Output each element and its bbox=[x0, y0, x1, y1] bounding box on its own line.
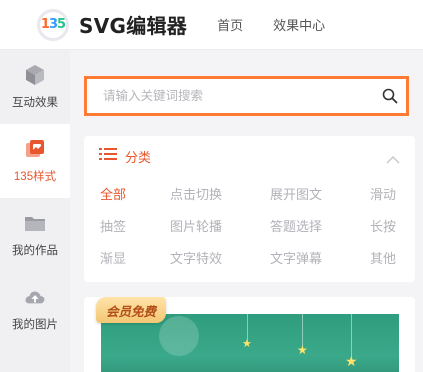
sidebar-item-my-works[interactable]: 我的作品 bbox=[0, 198, 70, 272]
sidebar-item-label: 135样式 bbox=[13, 171, 57, 183]
category-tag[interactable]: 点击切换 bbox=[170, 184, 222, 203]
sidebar-item-label: 我的作品 bbox=[12, 245, 58, 257]
category-tag[interactable]: 滑动 bbox=[370, 184, 396, 203]
template-card[interactable]: ★ ★ ★ 会员免费 bbox=[84, 297, 415, 372]
logo[interactable]: 135 SVG编辑器 bbox=[37, 8, 188, 41]
sidebar-item-label: 互动效果 bbox=[12, 97, 58, 109]
sidebar: 互动效果 135样式 我的作品 我的图片 bbox=[0, 50, 70, 372]
star-icon: ★ bbox=[242, 338, 252, 350]
category-tag[interactable]: 长按 bbox=[370, 216, 396, 235]
search-input[interactable] bbox=[103, 89, 373, 103]
category-tag[interactable]: 文字特效 bbox=[170, 248, 222, 267]
search-icon[interactable] bbox=[382, 88, 398, 104]
category-header[interactable]: 分类 bbox=[84, 136, 415, 176]
nav-effects-center-link[interactable]: 效果中心 bbox=[273, 15, 325, 34]
chevron-up-icon[interactable] bbox=[386, 151, 400, 164]
category-tag[interactable]: 展开图文 bbox=[270, 184, 322, 203]
search-box bbox=[84, 76, 409, 116]
cube-icon bbox=[24, 64, 46, 86]
sidebar-item-label: 我的图片 bbox=[12, 319, 58, 331]
vip-free-badge: 会员免费 bbox=[96, 297, 166, 323]
folder-icon bbox=[24, 212, 46, 234]
decor-circle bbox=[159, 316, 199, 356]
category-tag[interactable]: 其他 bbox=[370, 248, 396, 267]
sidebar-item-my-images[interactable]: 我的图片 bbox=[0, 272, 70, 346]
category-tag[interactable]: 图片轮播 bbox=[170, 216, 222, 235]
category-tag-all[interactable]: 全部 bbox=[100, 184, 126, 203]
sidebar-item-interactive-effects[interactable]: 互动效果 bbox=[0, 50, 70, 124]
category-tag[interactable]: 答题选择 bbox=[270, 216, 322, 235]
category-panel: 分类 全部 点击切换 展开图文 滑动 抽签 图片轮播 答题选择 长按 渐显 文字… bbox=[84, 136, 415, 282]
star-string bbox=[351, 314, 352, 358]
star-icon: ★ bbox=[345, 353, 358, 369]
sidebar-item-135-styles[interactable]: 135样式 bbox=[0, 124, 70, 198]
logo-mark-icon: 135 bbox=[37, 8, 69, 41]
brand-name: SVG编辑器 bbox=[79, 14, 188, 38]
category-tag[interactable]: 抽签 bbox=[100, 216, 126, 235]
top-bar: 135 SVG编辑器 首页 效果中心 bbox=[0, 0, 423, 50]
nav-home-link[interactable]: 首页 bbox=[217, 15, 243, 34]
category-title: 分类 bbox=[125, 149, 152, 165]
category-tag[interactable]: 渐显 bbox=[100, 248, 126, 267]
cloud-upload-icon bbox=[24, 286, 46, 308]
star-icon: ★ bbox=[297, 343, 308, 357]
category-tag[interactable]: 文字弹幕 bbox=[270, 248, 322, 267]
style-cards-icon bbox=[24, 138, 46, 160]
list-icon bbox=[99, 147, 117, 166]
